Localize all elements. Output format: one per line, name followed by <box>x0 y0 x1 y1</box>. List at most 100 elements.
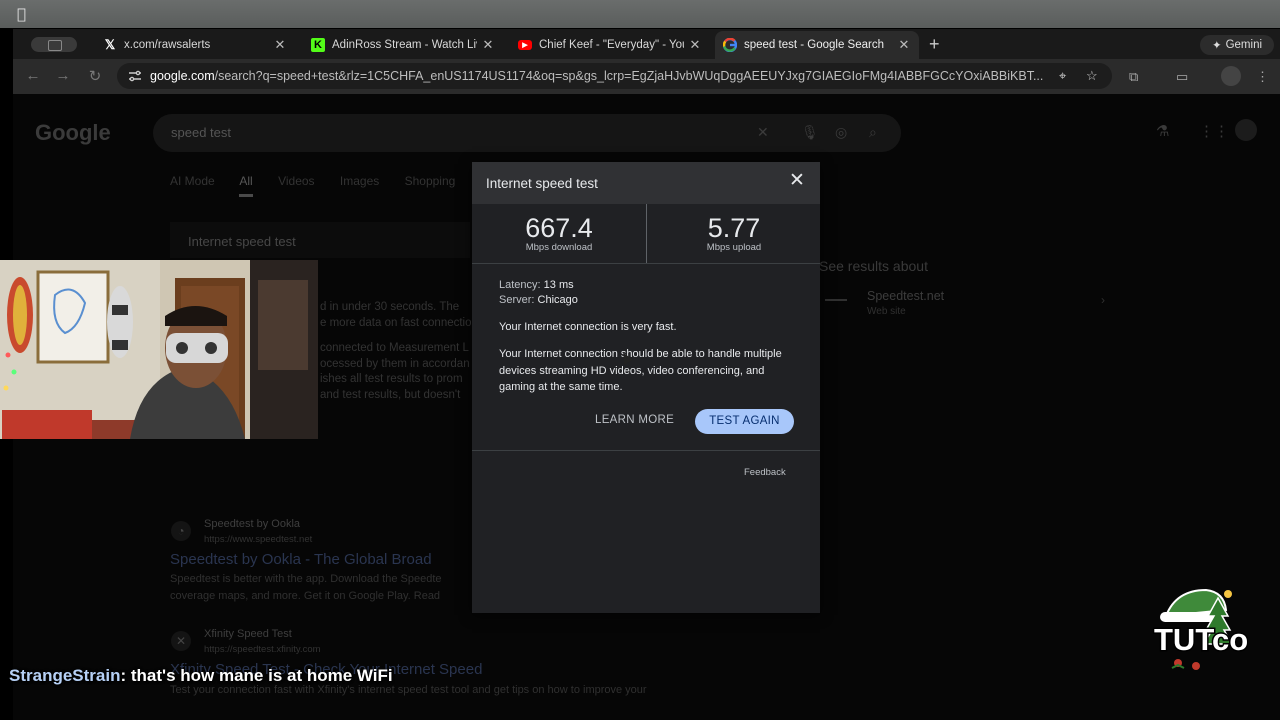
tab-search-icon[interactable] <box>31 37 77 52</box>
menu-dots-icon[interactable]: ⋮ <box>1256 69 1272 85</box>
entity-type: Web site <box>867 306 906 317</box>
search-filters: AI Mode All Videos Images Shopping Sh <box>170 174 517 197</box>
tab-title: AdinRoss Stream - Watch Liv <box>332 39 477 51</box>
bookmark-star-icon[interactable]: ☆ <box>1086 68 1098 84</box>
latency-value: 13 ms <box>543 279 574 291</box>
result-link[interactable]: Speedtest by Ookla - The Global Broad <box>170 551 432 568</box>
latency-label: Latency: <box>499 279 541 291</box>
snippet-line: d in under 30 seconds. The <box>320 301 460 313</box>
card-title: Internet speed test <box>188 234 296 249</box>
chevron-right-icon: › <box>1101 293 1105 307</box>
filter-shopping[interactable]: Shopping <box>405 174 456 188</box>
feedback-link[interactable]: Feedback <box>744 467 786 478</box>
result-description: coverage maps, and more. Get it on Googl… <box>170 590 441 602</box>
google-logo-icon <box>723 38 737 52</box>
speed-detail: Your Internet connection should be able … <box>499 348 782 394</box>
new-tab-icon[interactable]: + <box>929 34 940 55</box>
gemini-label: Gemini <box>1225 39 1263 51</box>
youtube-logo-icon: ▶ <box>518 40 532 50</box>
gemini-button[interactable]: ✦ Gemini <box>1200 35 1274 55</box>
screen: { "menubar": { "apple_glyph": "" }, "tab… <box>0 0 1280 720</box>
filter-images[interactable]: Images <box>340 174 379 188</box>
snippet-line: e more data on fast connectio <box>320 316 472 329</box>
badge-text: TUTco <box>1154 622 1248 657</box>
search-icon[interactable]: ⌕ <box>869 124 877 141</box>
chat-text: : that's how mane is at home WiFi <box>120 666 393 685</box>
tab-kick[interactable]: K AdinRoss Stream - Watch Liv ✕ <box>303 31 503 59</box>
server-label: Server: <box>499 294 535 306</box>
snippet-line: ocessed by them in accordan <box>320 357 470 370</box>
snippet-line: connected to Measurement L <box>320 342 469 354</box>
upload-metric: 5.77 Mbps upload <box>647 204 821 264</box>
url-path: /search?q=speed+test&rlz=1C5CHFA_enUS117… <box>214 69 1044 83</box>
xfinity-favicon: ✕ <box>171 631 191 651</box>
search-query: speed test <box>171 125 231 140</box>
forward-icon[interactable]: → <box>53 67 73 84</box>
latency-row: Latency: 13 ms <box>499 279 574 291</box>
profile-avatar[interactable] <box>1221 66 1241 86</box>
filter-videos[interactable]: Videos <box>278 174 314 188</box>
extensions-icon[interactable]: ⧉ <box>1129 69 1145 85</box>
download-metric: 667.4 Mbps download <box>472 204 646 264</box>
tab-title: Chief Keef - "Everyday" - You <box>539 39 684 51</box>
channel-logo: TUTco <box>1153 588 1248 670</box>
location-pin-icon[interactable]: ⌖ <box>1059 68 1066 84</box>
url-text: google.com/search?q=speed+test&rlz=1C5CH… <box>150 69 1050 83</box>
result-url: https://www.speedtest.net <box>204 534 313 545</box>
result-url: https://speedtest.xfinity.com <box>204 644 321 655</box>
speed-verdict: Your Internet connection is very fast. <box>499 321 677 333</box>
snippet-gap <box>320 331 472 341</box>
lens-icon[interactable]: ◎ <box>835 124 847 141</box>
back-icon[interactable]: ← <box>23 67 43 84</box>
entity-result[interactable]: Speedtest.net Web site › <box>819 284 1119 324</box>
see-results-about: See results about <box>819 258 928 274</box>
dialog-header: Internet speed test ✕ <box>472 162 820 204</box>
account-avatar[interactable] <box>1235 119 1257 141</box>
tab-google-search[interactable]: speed test - Google Search ✕ <box>715 31 919 59</box>
speed-test-card: Internet speed test <box>170 222 470 258</box>
server-row: Server: Chicago <box>499 294 578 306</box>
microphone-icon[interactable]: 🎙 <box>801 124 819 141</box>
tab-title: speed test - Google Search <box>744 39 884 51</box>
filter-all[interactable]: All <box>239 174 253 197</box>
test-again-button[interactable]: TEST AGAIN <box>695 409 794 434</box>
result-description: Speedtest is better with the app. Downlo… <box>170 573 442 585</box>
filter-ai-mode[interactable]: AI Mode <box>170 174 215 188</box>
tab-youtube[interactable]: ▶ Chief Keef - "Everyday" - You ✕ <box>510 31 710 59</box>
address-bar[interactable]: google.com/search?q=speed+test&rlz=1C5CH… <box>117 63 1112 89</box>
url-domain: google.com <box>150 69 215 83</box>
close-icon[interactable]: ✕ <box>897 37 911 53</box>
download-value: 667.4 <box>525 213 593 243</box>
reading-mode-icon[interactable]: ▭ <box>1176 69 1192 85</box>
reload-icon[interactable]: ↻ <box>85 67 105 85</box>
tab-title: x.com/rawsalerts <box>124 39 211 51</box>
sparkle-icon: ✦ <box>1211 40 1222 52</box>
snippet-line: and test results, but doesn't <box>320 388 461 401</box>
close-icon[interactable]: ✕ <box>788 171 806 191</box>
entity-thumbnail <box>825 299 847 301</box>
learn-more-button[interactable]: LEARN MORE <box>595 414 674 426</box>
download-label: Mbps download <box>525 242 593 253</box>
result-site-name: Speedtest by Ookla <box>204 518 301 530</box>
result-site-name: Xfinity Speed Test <box>204 628 292 640</box>
close-icon[interactable]: ✕ <box>481 37 495 53</box>
search-input[interactable]: speed test ✕ 🎙 ◎ ⌕ <box>153 114 901 152</box>
kick-logo-icon: K <box>311 38 325 52</box>
snippet-line: ishes all test results to prom <box>320 373 463 385</box>
upload-value: 5.77 <box>707 213 761 243</box>
webcam-image <box>0 260 318 439</box>
labs-icon[interactable]: ⚗ <box>1156 122 1169 140</box>
chat-message: StrangeStrain: that's how mane is at hom… <box>9 666 393 686</box>
server-value: Chicago <box>537 294 578 306</box>
google-logo[interactable]: Google <box>35 120 111 146</box>
speed-test-dialog: Internet speed test ✕ 667.4 Mbps downloa… <box>472 162 820 613</box>
clear-icon[interactable]: ✕ <box>757 124 769 141</box>
chat-username: StrangeStrain <box>9 666 121 685</box>
site-settings-icon[interactable] <box>127 68 143 84</box>
close-icon[interactable]: ✕ <box>688 37 702 53</box>
apps-grid-icon[interactable]: ⋮⋮ <box>1199 122 1229 140</box>
dialog-divider <box>472 263 820 264</box>
tab-x[interactable]: 𝕏 x.com/rawsalerts ✕ <box>95 31 295 59</box>
apple-menu-icon[interactable]:  <box>17 5 26 23</box>
close-icon[interactable]: ✕ <box>273 37 287 53</box>
